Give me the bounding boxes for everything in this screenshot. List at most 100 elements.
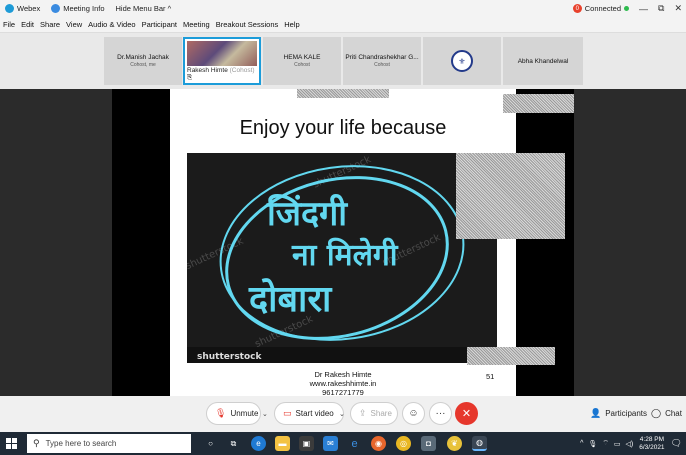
shared-content-stage: Enjoy your life because shutterstock shu… <box>0 89 686 397</box>
notification-badge[interactable]: 0 <box>572 4 582 13</box>
webex-app-tab[interactable]: Webex <box>5 4 40 13</box>
windows-taskbar: ⚲ Type here to search ○ ⧉ e ▬ ▣ ✉ e ◉ ◎ … <box>0 432 686 455</box>
image-credit: shutterstock <box>197 352 262 362</box>
firefox-icon[interactable]: ◉ <box>371 436 386 451</box>
chrome-icon[interactable]: ◎ <box>396 436 411 451</box>
reactions-button[interactable]: ☺ <box>402 402 425 425</box>
meeting-info-button[interactable]: Meeting Info <box>51 4 105 13</box>
slide-title: Enjoy your life because <box>239 117 447 139</box>
participants-panel-button[interactable]: 👤 Participants <box>582 402 647 425</box>
title-bar: Webex Meeting Info Hide Menu Bar ^ 0 Con… <box>0 0 686 17</box>
letterbox-left <box>112 89 170 396</box>
participant-role: Cohost, me <box>130 62 156 68</box>
minimize-button[interactable]: — <box>639 4 648 14</box>
webex-icon <box>5 4 14 13</box>
participant-tile-active[interactable]: Rakesh Himte (Cohost) ⎘ <box>183 37 261 85</box>
menu-edit[interactable]: Edit <box>21 20 34 29</box>
slide-footer: Dr Rakesh Himte www.rakeshhimte.in 96172… <box>170 370 516 397</box>
mic-tray-icon[interactable]: 🎙 <box>588 440 597 448</box>
task-view-icon[interactable]: ⧉ <box>226 436 241 451</box>
participant-role: (Cohost) <box>229 67 255 74</box>
taskbar-clock[interactable]: 4:28 PM 6/3/2021 <box>639 436 664 452</box>
clock-date: 6/3/2021 <box>639 443 665 451</box>
presenter-name: Dr Rakesh Himte <box>314 370 372 379</box>
video-options-chevron-icon[interactable]: ⌄ <box>339 410 345 418</box>
connection-status: Connected <box>584 4 622 13</box>
hide-menu-bar-button[interactable]: Hide Menu Bar ^ <box>116 4 172 13</box>
redacted-area <box>503 94 574 113</box>
start-video-button[interactable]: ▭ Start video <box>274 402 344 425</box>
participant-name: HEMA KALE <box>283 54 321 61</box>
audio-options-chevron-icon[interactable]: ⌄ <box>262 410 268 418</box>
share-button[interactable]: ⇪ Share <box>350 402 398 425</box>
menu-participant[interactable]: Participant <box>142 20 177 29</box>
participant-tile[interactable]: Dr.Manish Jachak Cohost, me <box>104 37 182 85</box>
mail-icon[interactable]: ✉ <box>323 436 338 451</box>
brush-line-3: दोबारा <box>248 278 333 320</box>
notifications-icon[interactable]: 🗨 <box>671 438 682 449</box>
participants-label: Participants <box>605 409 648 418</box>
participant-strip: Dr.Manish Jachak Cohost, me Rakesh Himte… <box>0 33 686 89</box>
network-icon[interactable]: ⌔ <box>602 439 609 448</box>
slide-image: shutterstock shutterstock shutterstock s… <box>187 153 497 363</box>
menu-file[interactable]: File <box>3 20 15 29</box>
share-label: Share <box>370 409 392 418</box>
menu-audio-video[interactable]: Audio & Video <box>88 20 135 29</box>
chat-panel-button[interactable]: ◯ Chat <box>643 402 683 425</box>
redacted-area <box>456 153 565 239</box>
participant-name: Rakesh Himte <box>187 67 228 74</box>
volume-icon[interactable]: ◁) <box>626 440 634 448</box>
chat-bubble-icon: ◯ <box>651 408 662 418</box>
app-icon[interactable]: ❦ <box>447 436 462 451</box>
more-icon: ··· <box>435 408 446 419</box>
close-button[interactable]: ✕ <box>674 3 682 14</box>
restore-button[interactable]: ⧉ <box>658 3 664 14</box>
presenter-website: www.rakeshhimte.in <box>309 379 377 388</box>
ie-icon[interactable]: e <box>347 436 362 451</box>
person-icon: 👤 <box>590 408 602 418</box>
meeting-info-label: Meeting Info <box>63 4 105 13</box>
share-icon: ⎘ <box>187 74 193 81</box>
system-tray: ^ 🎙 ⌔ ▭ ◁) 4:28 PM 6/3/2021 🗨 <box>580 432 682 455</box>
participant-tile[interactable]: Abha Khandelwal <box>503 37 583 85</box>
edge-icon[interactable]: e <box>251 436 266 451</box>
store-icon[interactable]: ▣ <box>299 436 314 451</box>
participant-name: Priti Chandrashekhar G... <box>345 54 419 61</box>
info-icon <box>51 4 61 13</box>
institution-logo-icon: ⚜ <box>451 50 473 72</box>
menu-bar: File Edit Share View Audio & Video Parti… <box>0 17 686 33</box>
redacted-area <box>297 89 389 98</box>
menu-help[interactable]: Help <box>284 20 299 29</box>
unmute-label: Unmute <box>230 409 259 418</box>
webex-taskbar-icon[interactable]: ◍ <box>472 436 487 451</box>
app-name: Webex <box>17 4 41 13</box>
taskbar-search-box[interactable]: ⚲ Type here to search <box>27 434 191 453</box>
menu-view[interactable]: View <box>66 20 82 29</box>
participant-tile[interactable]: ⚜ <box>423 37 501 85</box>
participant-tile[interactable]: HEMA KALE Cohost <box>263 37 341 85</box>
menu-share[interactable]: Share <box>40 20 60 29</box>
brush-text-graphic: shutterstock shutterstock shutterstock s… <box>187 153 497 363</box>
participant-tile[interactable]: Priti Chandrashekhar G... Cohost <box>343 37 421 85</box>
close-icon: ✕ <box>461 408 472 420</box>
tray-chevron-icon[interactable]: ^ <box>580 440 583 447</box>
clock-time: 4:28 PM <box>639 435 665 443</box>
camera-app-icon[interactable]: ◘ <box>421 436 436 451</box>
redacted-area <box>467 347 555 365</box>
file-explorer-icon[interactable]: ▬ <box>275 436 290 451</box>
participant-role: Cohost <box>294 62 310 68</box>
start-video-label: Start video <box>295 409 334 418</box>
slide-number: 51 <box>486 372 495 381</box>
chat-label: Chat <box>665 409 682 418</box>
windows-start-icon[interactable] <box>6 438 17 449</box>
battery-icon[interactable]: ▭ <box>614 440 621 448</box>
menu-breakout-sessions[interactable]: Breakout Sessions <box>216 20 279 29</box>
participant-name: Abha Khandelwal <box>517 57 569 65</box>
cortana-icon[interactable]: ○ <box>203 436 218 451</box>
unmute-button[interactable]: 🎙 Unmute <box>206 402 261 425</box>
share-icon: ⇪ <box>359 408 367 418</box>
hide-menu-bar-label: Hide Menu Bar ^ <box>115 4 172 13</box>
more-options-button[interactable]: ··· <box>429 402 452 425</box>
menu-meeting[interactable]: Meeting <box>183 20 210 29</box>
end-meeting-button[interactable]: ✕ <box>455 402 478 425</box>
